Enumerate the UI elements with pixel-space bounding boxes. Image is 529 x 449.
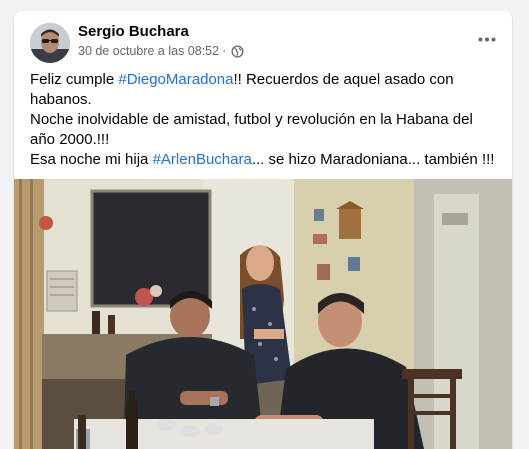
globe-icon[interactable] <box>231 44 244 58</box>
page-scrollbar[interactable] <box>515 0 529 449</box>
text-segment: Esa noche mi hija <box>30 151 153 168</box>
text-segment: !! Recuerdos de aquel asado con <box>233 71 454 88</box>
author-name[interactable]: Sergio Buchara <box>78 23 189 40</box>
post-line-1: Feliz cumple #DiegoMaradona!! Recuerdos … <box>30 70 498 90</box>
text-segment: ... se hizo Maradoniana... también !!! <box>251 151 495 168</box>
post-line-5: Esa noche mi hija #ArlenBuchara... se hi… <box>30 150 498 170</box>
text-segment: Feliz cumple <box>30 71 119 88</box>
post-card: Sergio Buchara 30 de octubre a las 08:52… <box>14 11 512 449</box>
more-options-icon[interactable] <box>474 31 500 47</box>
author-avatar[interactable] <box>30 23 70 63</box>
post-photo[interactable] <box>14 179 512 449</box>
post-message: Feliz cumple #DiegoMaradona!! Recuerdos … <box>30 70 498 170</box>
post-line-2: habanos. <box>30 91 92 108</box>
post-line-3: Noche inolvidable de amistad, futbol y r… <box>30 111 473 128</box>
hashtag-diegomaradona[interactable]: #DiegoMaradona <box>118 71 233 88</box>
post-timestamp[interactable]: 30 de octubre a las 08:52 <box>78 44 219 58</box>
photo-image <box>14 179 512 449</box>
avatar-image <box>30 23 70 63</box>
post-line-4: año 2000.!!! <box>30 131 110 148</box>
hashtag-arlenbuchara[interactable]: #ArlenBuchara <box>153 151 252 168</box>
meta-separator: · <box>222 44 227 58</box>
post-meta: 30 de octubre a las 08:52 · <box>78 44 244 58</box>
